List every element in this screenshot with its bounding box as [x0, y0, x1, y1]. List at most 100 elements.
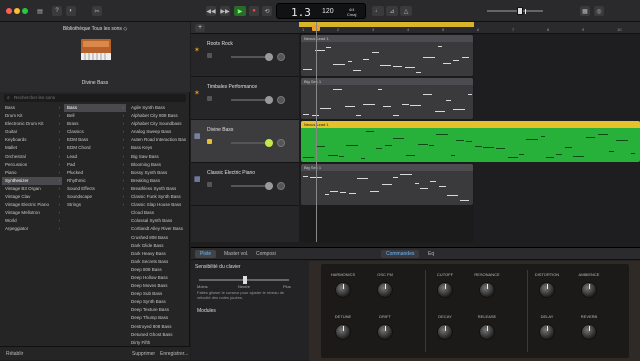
track-volume-slider[interactable]: [231, 53, 273, 61]
play-button[interactable]: ▶: [234, 6, 246, 16]
library-list-item[interactable]: Pad ›: [64, 161, 126, 169]
library-list-item[interactable]: Keyboards ›: [2, 136, 62, 144]
track-row-selected[interactable]: ▦ Divine Bass: [191, 120, 299, 163]
volume-handle[interactable]: [517, 7, 526, 15]
library-list-item[interactable]: Classics ›: [64, 128, 126, 136]
library-list-item[interactable]: Breaking Bass: [128, 177, 186, 185]
track-volume-handle[interactable]: [265, 139, 273, 147]
library-list-item[interactable]: Dark Secrets Bass: [128, 258, 186, 266]
library-list-item[interactable]: Piano ›: [2, 169, 62, 177]
library-list-item[interactable]: Alphabet City 808 Bass: [128, 112, 186, 120]
notepad-icon[interactable]: ▦: [580, 6, 590, 16]
record-button[interactable]: ●: [249, 6, 259, 16]
library-list-item[interactable]: Deep 808 Bass: [128, 266, 186, 274]
library-list-item[interactable]: Bossy Synth Bass: [128, 169, 186, 177]
library-list-item[interactable]: Strings ›: [64, 201, 126, 209]
modules-section[interactable]: Modules: [197, 308, 216, 314]
tab-controls[interactable]: Commandes: [381, 250, 420, 258]
track-volume-handle[interactable]: [265, 53, 273, 61]
count-in-icon[interactable]: ⊿: [386, 6, 398, 16]
library-list-item[interactable]: Breathless Synth Bass: [128, 185, 186, 193]
library-list-item[interactable]: Bass ›: [64, 104, 126, 113]
library-list-item[interactable]: Auten Road Interaction Bass: [128, 136, 186, 144]
cycle-icon[interactable]: ⟲: [262, 6, 272, 16]
library-list-item[interactable]: Vintage Mellotron ›: [2, 209, 62, 217]
library-list-item[interactable]: Cortlandt Alley River Bass: [128, 225, 186, 233]
library-list-item[interactable]: Synthesizer ›: [2, 176, 62, 185]
synth-knob[interactable]: [479, 324, 495, 340]
minimize-window-button[interactable]: [14, 8, 20, 14]
close-window-button[interactable]: [6, 8, 12, 14]
library-list-item[interactable]: Dark Glide Bass: [128, 242, 186, 250]
library-list-item[interactable]: Bass Keys: [128, 144, 186, 152]
library-list-item[interactable]: Orchestral ›: [2, 153, 62, 161]
library-list-item[interactable]: Agile Synth Bass: [128, 104, 186, 112]
editor-icon[interactable]: ✂: [92, 6, 102, 16]
help-icon[interactable]: ?: [52, 6, 62, 16]
midi-region-selected[interactable]: Nexus Lead 1: [301, 121, 640, 162]
library-list-item[interactable]: Bass ›: [2, 104, 62, 112]
library-list-item[interactable]: Detuned Ghost Bass: [128, 331, 186, 339]
library-list-item[interactable]: Colossal Synth Bass: [128, 217, 186, 225]
library-list-item[interactable]: Deep Sub Bass: [128, 290, 186, 298]
library-list-item[interactable]: Cloud Bass: [128, 209, 186, 217]
library-list-item[interactable]: Vintage B3 Organ ›: [2, 185, 62, 193]
track-pan-knob[interactable]: [277, 139, 285, 147]
library-list-item[interactable]: Deep Thump Bass: [128, 314, 186, 322]
tab-master[interactable]: Master vol.: [219, 250, 253, 258]
library-list-item[interactable]: Deep Texture Bass: [128, 306, 186, 314]
synth-knob[interactable]: [581, 324, 597, 340]
rewind-icon[interactable]: ◀◀: [206, 6, 216, 16]
tab-eq[interactable]: Eq: [423, 250, 439, 258]
synth-knob[interactable]: [377, 282, 393, 298]
track-row[interactable]: ✶ Roots Rock: [191, 34, 299, 77]
mute-button[interactable]: [207, 53, 212, 58]
record-enable-button[interactable]: [207, 139, 212, 144]
midi-region[interactable]: Big Sec 1: [301, 78, 473, 119]
library-list-item[interactable]: Deep Moves Bass: [128, 282, 186, 290]
library-list-item[interactable]: Destroyed 808 Bass: [128, 323, 186, 331]
mute-button[interactable]: [207, 182, 212, 187]
library-list-item[interactable]: Classic Funk Synth Bass: [128, 193, 186, 201]
synth-knob[interactable]: [437, 282, 453, 298]
library-list-item[interactable]: Rhythmic ›: [64, 177, 126, 185]
lcd-display[interactable]: 1.3 120 4/4 Cmaj: [276, 3, 366, 19]
library-list-item[interactable]: Vintage Clav ›: [2, 193, 62, 201]
track-volume-slider[interactable]: [231, 96, 273, 104]
library-list-item[interactable]: Deep Hollow Bass: [128, 274, 186, 282]
library-list-item[interactable]: Mallet ›: [2, 144, 62, 152]
library-list-item[interactable]: Deep Synth Bass: [128, 298, 186, 306]
loops-icon[interactable]: ◎: [594, 6, 604, 16]
library-list-item[interactable]: Bell ›: [64, 112, 126, 120]
library-list-item[interactable]: Lead ›: [64, 153, 126, 161]
save-button[interactable]: Enregistrer...: [160, 351, 188, 357]
library-list-item[interactable]: Drum Kit ›: [2, 112, 62, 120]
library-tabs[interactable]: Bibliothèque Tous les sons ◇: [0, 26, 190, 32]
library-list-item[interactable]: Guitar ›: [2, 128, 62, 136]
track-pan-knob[interactable]: [277, 182, 285, 190]
track-volume-handle[interactable]: [265, 182, 273, 190]
playhead[interactable]: [316, 22, 317, 242]
add-track-button[interactable]: +: [195, 24, 205, 32]
library-list-item[interactable]: Big Saw Bass: [128, 153, 186, 161]
cycle-region[interactable]: [299, 22, 474, 27]
track-volume-slider[interactable]: [231, 182, 273, 190]
tab-compare[interactable]: Composi: [251, 250, 281, 258]
zoom-window-button[interactable]: [22, 8, 28, 14]
library-list-item[interactable]: Brass ›: [64, 120, 126, 128]
synth-knob[interactable]: [335, 282, 351, 298]
reset-button[interactable]: Rétablir: [6, 351, 23, 357]
mute-button[interactable]: [207, 96, 212, 101]
synth-knob[interactable]: [335, 324, 351, 340]
track-pan-knob[interactable]: [277, 53, 285, 61]
library-search-input[interactable]: ⌕ Rechercher les sons: [4, 94, 186, 102]
track-row[interactable]: ✶ Timbales Performance: [191, 77, 299, 120]
timeline-ruler[interactable]: 1 2 3 4 5 6 7 8 9 10: [299, 22, 640, 34]
delete-button[interactable]: Supprimer: [132, 351, 155, 357]
library-list-item[interactable]: Dark Heavy Bass: [128, 250, 186, 258]
library-list-item[interactable]: World ›: [2, 217, 62, 225]
library-list-item[interactable]: Electronic Drum Kit ›: [2, 120, 62, 128]
library-list-item[interactable]: Arpeggiator ›: [2, 225, 62, 233]
library-list-item[interactable]: EDM Bass ›: [64, 136, 126, 144]
master-volume-slider[interactable]: [487, 7, 543, 15]
